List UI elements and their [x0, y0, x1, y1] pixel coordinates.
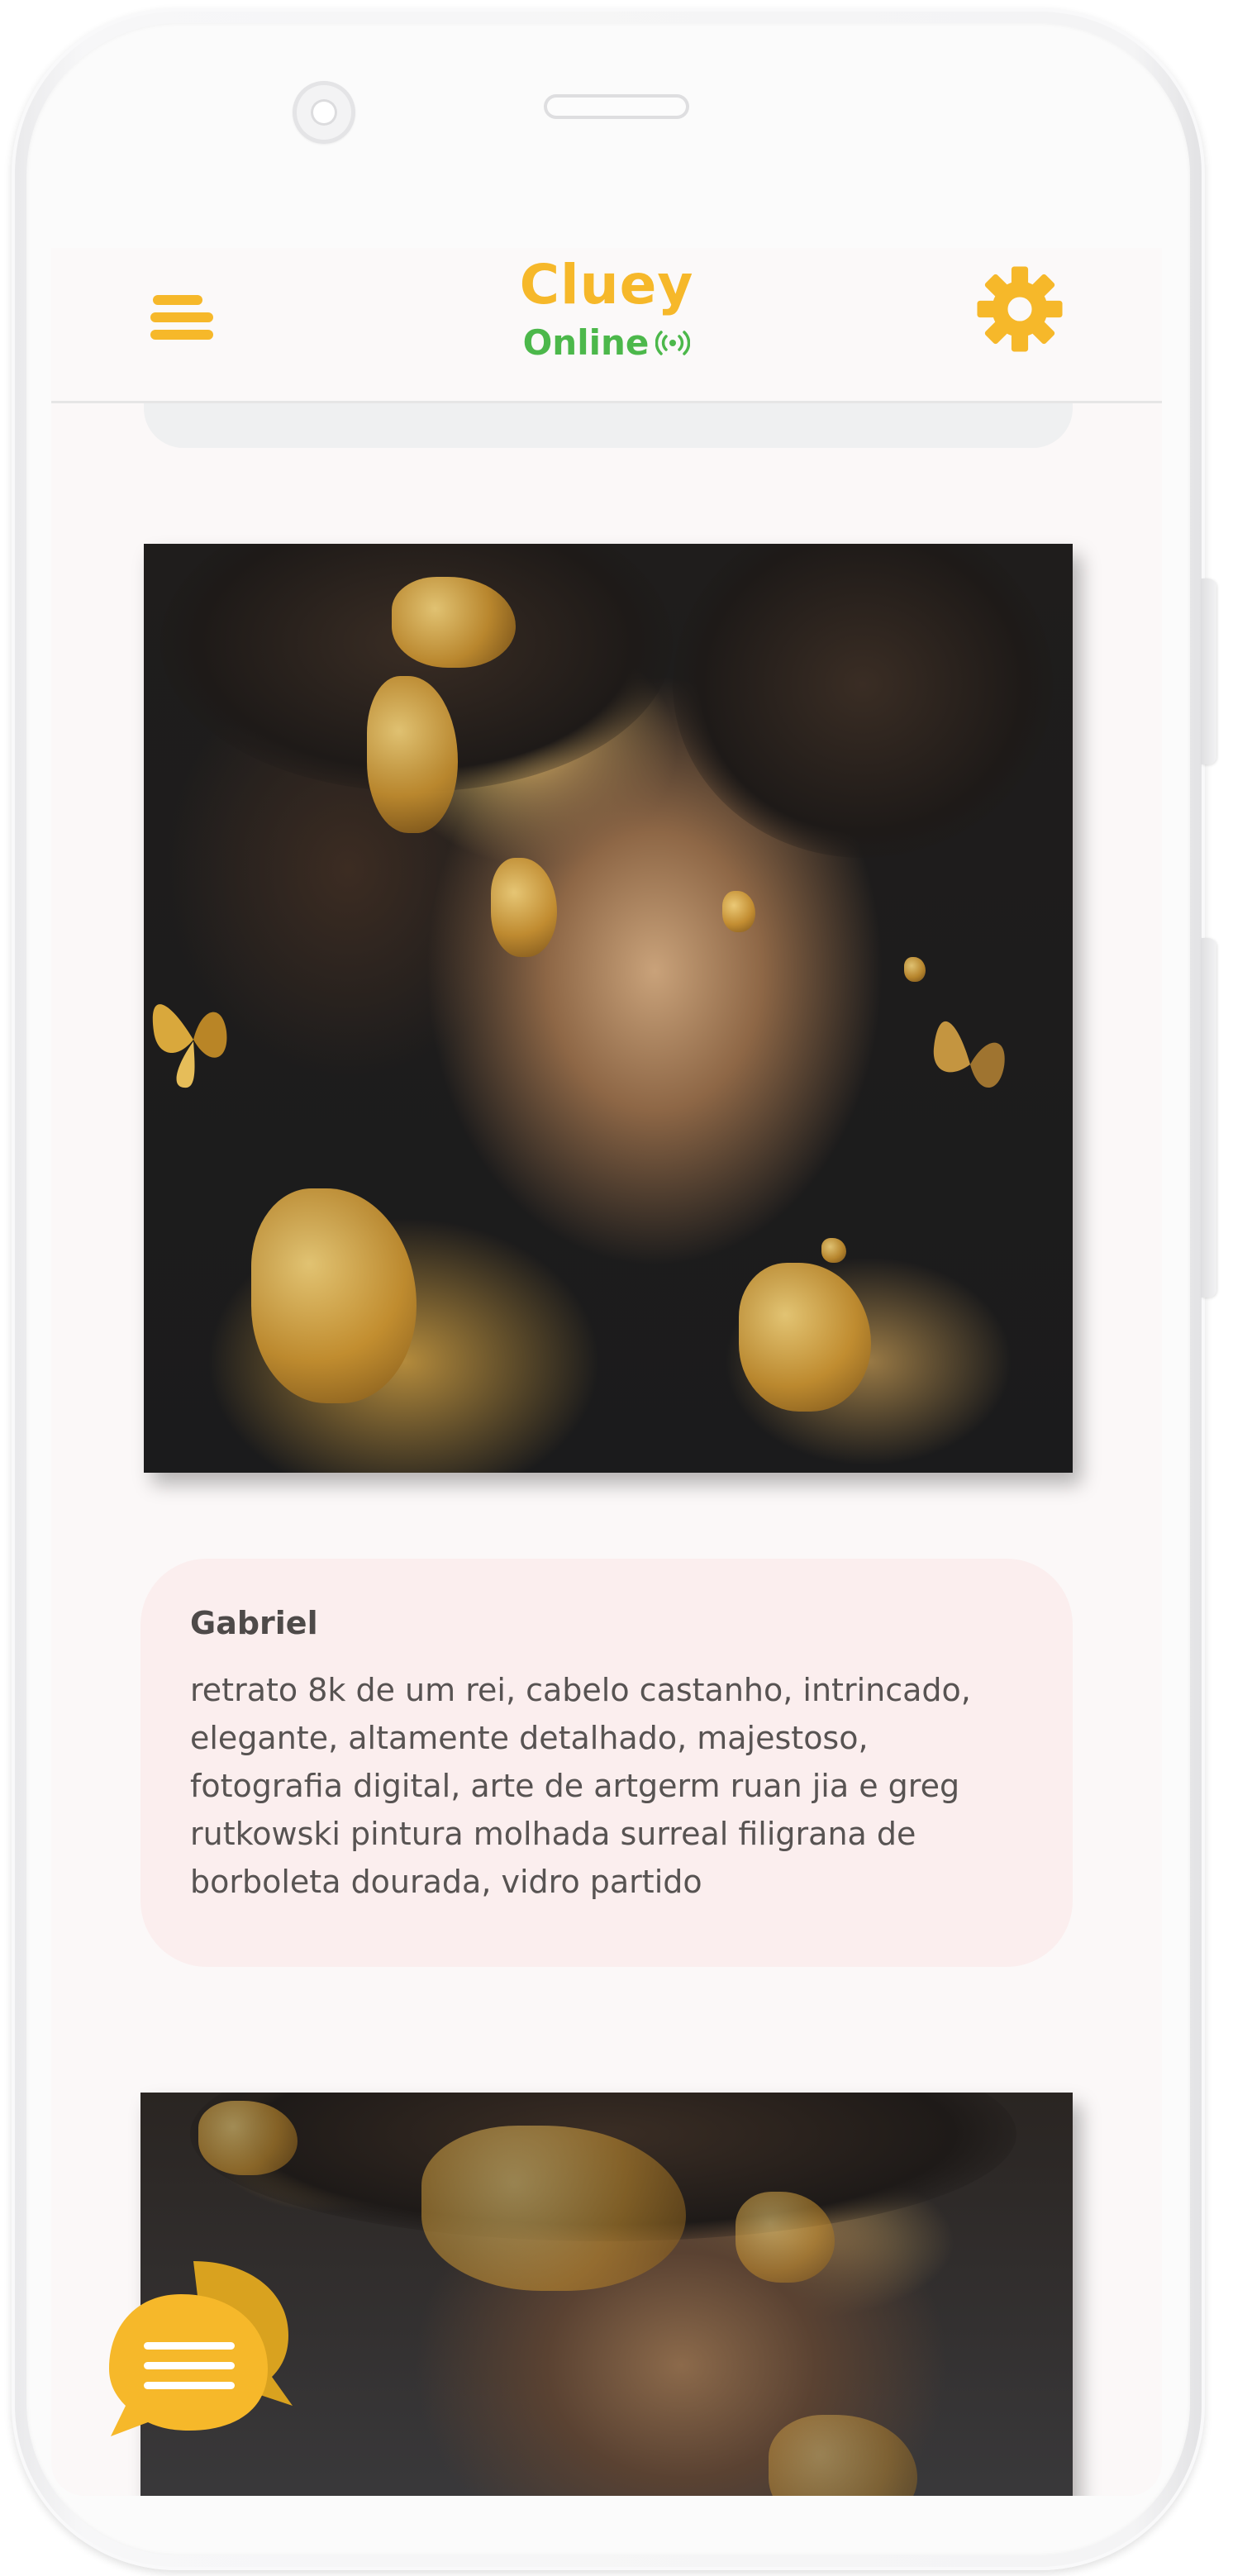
front-camera	[293, 81, 355, 144]
butterfly-icon	[152, 1004, 227, 1088]
chat-bubble-icon[interactable]	[102, 2253, 301, 2443]
prompt-card: Gabriel retrato 8k de um rei, cabelo cas…	[140, 1559, 1073, 1967]
prompt-author: Gabriel	[190, 1605, 318, 1641]
gold-leaf	[491, 858, 557, 957]
gold-leaf	[904, 957, 926, 982]
prompt-text: retrato 8k de um rei, cabelo castanho, i…	[190, 1672, 971, 1900]
gold-leaf	[722, 891, 755, 932]
status-label: Online	[522, 322, 650, 363]
earpiece-speaker	[544, 94, 689, 119]
gold-leaf	[251, 1188, 417, 1403]
volume-button	[1202, 579, 1216, 764]
hair-shape	[673, 544, 1053, 858]
gold-leaf	[821, 1238, 846, 1263]
gold-leaf	[739, 1263, 871, 1412]
portrait-artwork	[144, 544, 1073, 1473]
generated-image[interactable]	[144, 544, 1073, 1473]
gear-icon[interactable]	[974, 263, 1066, 355]
power-button	[1202, 938, 1216, 1298]
butterfly-icon	[933, 1021, 1005, 1088]
signal-broadcast-icon	[655, 330, 691, 355]
gold-leaf	[769, 2415, 917, 2496]
app-screen: Gabriel retrato 8k de um rei, cabelo cas…	[51, 248, 1162, 2496]
app-header: Cluey Online	[51, 248, 1162, 403]
